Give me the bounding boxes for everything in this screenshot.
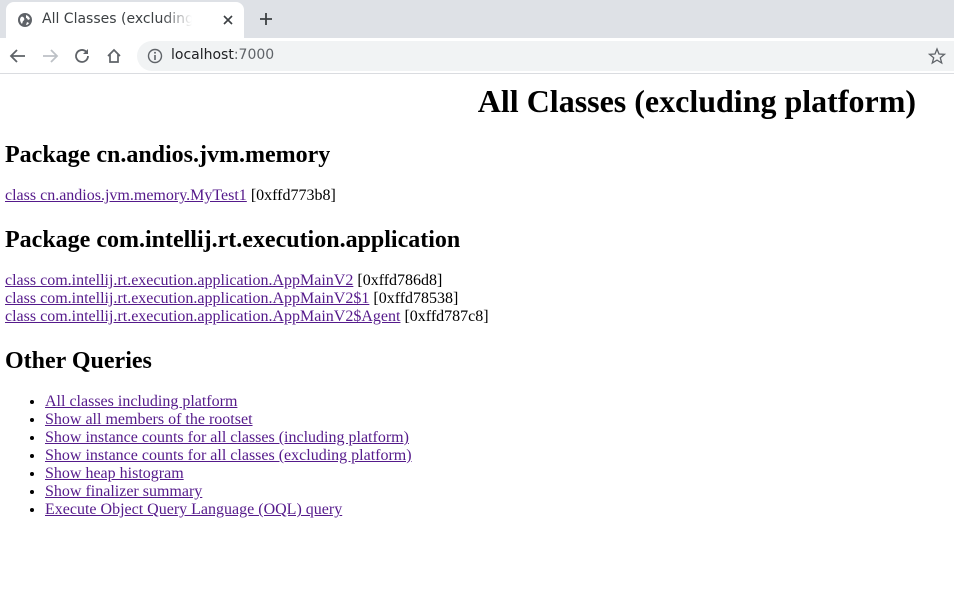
list-item: Show heap histogram [45,465,412,483]
reload-icon[interactable] [73,47,91,65]
query-link-instance-counts-excluding[interactable]: Show instance counts for all classes (ex… [45,447,412,464]
class-link[interactable]: class cn.andios.jvm.memory.MyTest1 [5,187,247,204]
bookmark-star-icon[interactable] [928,47,946,65]
list-item: Show all members of the rootset [45,411,412,429]
query-link-finalizer-summary[interactable]: Show finalizer summary [45,483,202,500]
new-tab-icon[interactable] [258,11,274,27]
tab-title: All Classes (excluding platform) [42,11,192,27]
class-address: [0xffd787c8] [400,308,489,325]
home-icon[interactable] [105,47,123,65]
page-content: All Classes (excluding platform) Package… [0,74,954,614]
page-title: All Classes (excluding platform) [477,83,916,119]
url-port: :7000 [233,47,275,63]
close-icon[interactable] [220,12,236,28]
class-link[interactable]: class com.intellij.rt.execution.applicat… [5,308,400,325]
class-link[interactable]: class com.intellij.rt.execution.applicat… [5,290,369,307]
package-heading: Package cn.andios.jvm.memory [5,142,331,168]
tab-strip: All Classes (excluding platform) [0,0,954,38]
class-address: [0xffd786d8] [353,272,443,289]
list-item: All classes including platform [45,393,412,411]
query-link-heap-histogram[interactable]: Show heap histogram [45,465,184,482]
other-queries-heading: Other Queries [5,348,152,374]
list-item: Show instance counts for all classes (ex… [45,447,412,465]
query-link-oql[interactable]: Execute Object Query Language (OQL) quer… [45,501,342,518]
back-arrow-icon[interactable] [9,47,27,65]
list-item: Show finalizer summary [45,483,412,501]
package-heading: Package com.intellij.rt.execution.applic… [5,227,461,253]
list-item: Execute Object Query Language (OQL) quer… [45,501,412,519]
url-text[interactable]: localhost:7000 [171,47,274,63]
class-entry: class com.intellij.rt.execution.applicat… [5,272,442,290]
other-queries-list: All classes including platform Show all … [5,393,412,519]
address-bar[interactable]: localhost:7000 [137,41,954,71]
browser-toolbar: localhost:7000 [0,38,954,74]
globe-icon [18,13,32,27]
class-entry: class com.intellij.rt.execution.applicat… [5,308,489,326]
class-link[interactable]: class com.intellij.rt.execution.applicat… [5,272,353,289]
forward-arrow-icon[interactable] [41,47,59,65]
class-address: [0xffd773b8] [246,187,336,204]
query-link-all-classes-including-platform[interactable]: All classes including platform [45,393,237,410]
info-icon[interactable] [147,48,163,64]
browser-tab[interactable]: All Classes (excluding platform) [6,2,244,38]
class-entry: class cn.andios.jvm.memory.MyTest1 [0xff… [5,187,336,205]
class-entry: class com.intellij.rt.execution.applicat… [5,290,458,308]
url-host: localhost [171,47,234,63]
list-item: Show instance counts for all classes (in… [45,429,412,447]
class-address: [0xffd78538] [369,290,459,307]
query-link-instance-counts-including[interactable]: Show instance counts for all classes (in… [45,429,409,446]
query-link-rootset[interactable]: Show all members of the rootset [45,411,253,428]
